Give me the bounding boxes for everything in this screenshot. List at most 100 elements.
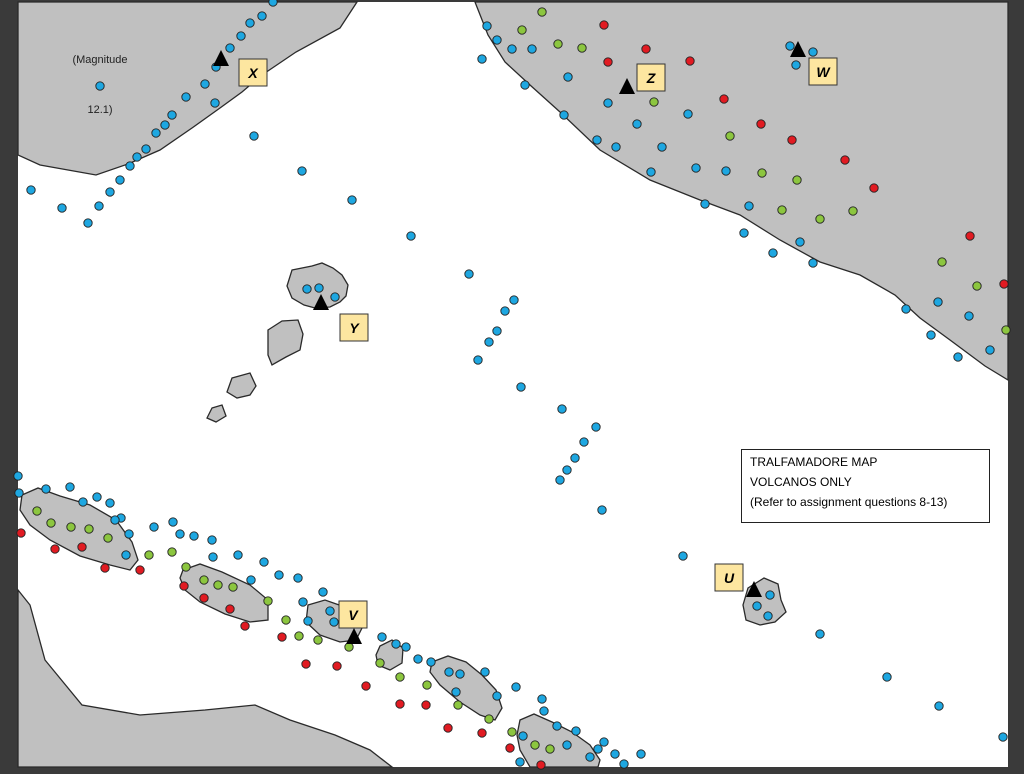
volcano-dot-red: [395, 699, 405, 709]
volcano-dot-blue: [785, 41, 795, 51]
volcano-dot-blue: [516, 382, 526, 392]
volcano-dot-green: [281, 615, 291, 625]
volcano-dot-blue: [752, 601, 762, 611]
volcano-dot-blue: [511, 682, 521, 692]
volcano-dot-green: [815, 214, 825, 224]
volcano-dot-blue: [562, 465, 572, 475]
volcano-dot-blue: [599, 737, 609, 747]
volcano-dot-blue: [208, 552, 218, 562]
volcano-dot-red: [50, 544, 60, 554]
volcano-dot-blue: [246, 575, 256, 585]
volcano-x-label: X: [247, 65, 259, 81]
volcano-dot-red: [77, 542, 87, 552]
legend-title: TRALFAMADORE MAP: [750, 455, 878, 469]
volcano-dot-blue: [207, 535, 217, 545]
volcano-dot-blue: [700, 199, 710, 209]
volcano-dot-red: [685, 56, 695, 66]
volcano-dot-red: [199, 593, 209, 603]
volcano-dot-blue: [160, 120, 170, 130]
volcano-dot-red: [603, 57, 613, 67]
volcano-dot-blue: [646, 167, 656, 177]
volcano-dot-green: [46, 518, 56, 528]
volcano-dot-blue: [249, 131, 259, 141]
volcano-dot-blue: [377, 632, 387, 642]
volcano-dot-blue: [552, 721, 562, 731]
volcano-dot-blue: [401, 642, 411, 652]
volcano-dot-green: [32, 506, 42, 516]
volcano-dot-blue: [302, 284, 312, 294]
volcano-dot-green: [649, 97, 659, 107]
volcano-dot-red: [536, 760, 546, 770]
volcano-dot-blue: [406, 231, 416, 241]
volcano-dot-blue: [482, 21, 492, 31]
volcano-dot-green: [577, 43, 587, 53]
legend-note: (Refer to assignment questions 8-13): [750, 495, 948, 509]
volcano-dot-blue: [298, 597, 308, 607]
volcano-dot-blue: [603, 98, 613, 108]
volcano-dot-blue: [492, 691, 502, 701]
volcano-dot-blue: [477, 54, 487, 64]
map-legend: TRALFAMADORE MAP VOLCANOS ONLY (Refer to…: [741, 449, 990, 523]
volcano-dot-blue: [562, 740, 572, 750]
volcano-dot-red: [443, 723, 453, 733]
volcano-dot-blue: [768, 248, 778, 258]
volcano-dot-blue: [933, 297, 943, 307]
volcano-dot-green: [453, 700, 463, 710]
volcano-dot-green: [344, 642, 354, 652]
tralfamadore-map: (Magnitude 12.1) X Y Z W U V: [13, 0, 1011, 770]
volcano-dot-blue: [455, 669, 465, 679]
volcano-dot-blue: [259, 557, 269, 567]
volcano-dot-red: [100, 563, 110, 573]
volcano-dot-blue: [105, 187, 115, 197]
volcano-dot-blue: [744, 201, 754, 211]
volcano-dot-blue: [92, 492, 102, 502]
volcano-dot-blue: [765, 590, 775, 600]
volcano-dot-blue: [95, 81, 105, 91]
volcano-dot-red: [965, 231, 975, 241]
volcano-dot-blue: [527, 44, 537, 54]
volcano-dot-green: [66, 522, 76, 532]
volcano-dot-red: [361, 681, 371, 691]
volcano-dot-red: [756, 119, 766, 129]
volcano-dot-red: [869, 183, 879, 193]
volcano-dot-blue: [721, 166, 731, 176]
volcano-dot-red: [505, 743, 515, 753]
volcano-dot-blue: [200, 79, 210, 89]
volcano-dot-green: [213, 580, 223, 590]
volcano-dot-red: [301, 659, 311, 669]
volcano-dot-blue: [985, 345, 995, 355]
volcano-dot-red: [16, 528, 26, 538]
volcano-dot-green: [507, 727, 517, 737]
volcano-dot-blue: [293, 573, 303, 583]
volcano-dot-blue: [593, 744, 603, 754]
volcano-dot-blue: [110, 515, 120, 525]
volcano-dot-green: [375, 658, 385, 668]
volcano-dot-green: [167, 547, 177, 557]
volcano-dot-red: [999, 279, 1009, 289]
volcano-dot-green: [848, 206, 858, 216]
volcano-dot-green: [530, 740, 540, 750]
volcano-dot-blue: [94, 201, 104, 211]
volcano-dot-blue: [297, 166, 307, 176]
volcano-dot-blue: [691, 163, 701, 173]
volcano-dot-blue: [245, 18, 255, 28]
volcano-dot-green: [537, 7, 547, 17]
volcano-dot-blue: [303, 616, 313, 626]
volcano-dot-red: [421, 700, 431, 710]
volcano-dot-green: [777, 205, 787, 215]
volcano-dot-blue: [591, 422, 601, 432]
volcano-z-label: Z: [646, 70, 656, 86]
volcano-dot-green: [103, 533, 113, 543]
volcano-dot-green: [422, 680, 432, 690]
volcano-dot-green: [484, 714, 494, 724]
volcano-dot-blue: [121, 550, 131, 560]
volcano-dot-blue: [451, 687, 461, 697]
volcano-dot-blue: [167, 110, 177, 120]
volcano-dot-green: [725, 131, 735, 141]
volcano-dot-blue: [579, 437, 589, 447]
volcano-dot-blue: [318, 587, 328, 597]
volcano-dot-blue: [413, 654, 423, 664]
volcano-dot-blue: [657, 142, 667, 152]
volcano-dot-blue: [795, 237, 805, 247]
volcano-dot-blue: [791, 60, 801, 70]
